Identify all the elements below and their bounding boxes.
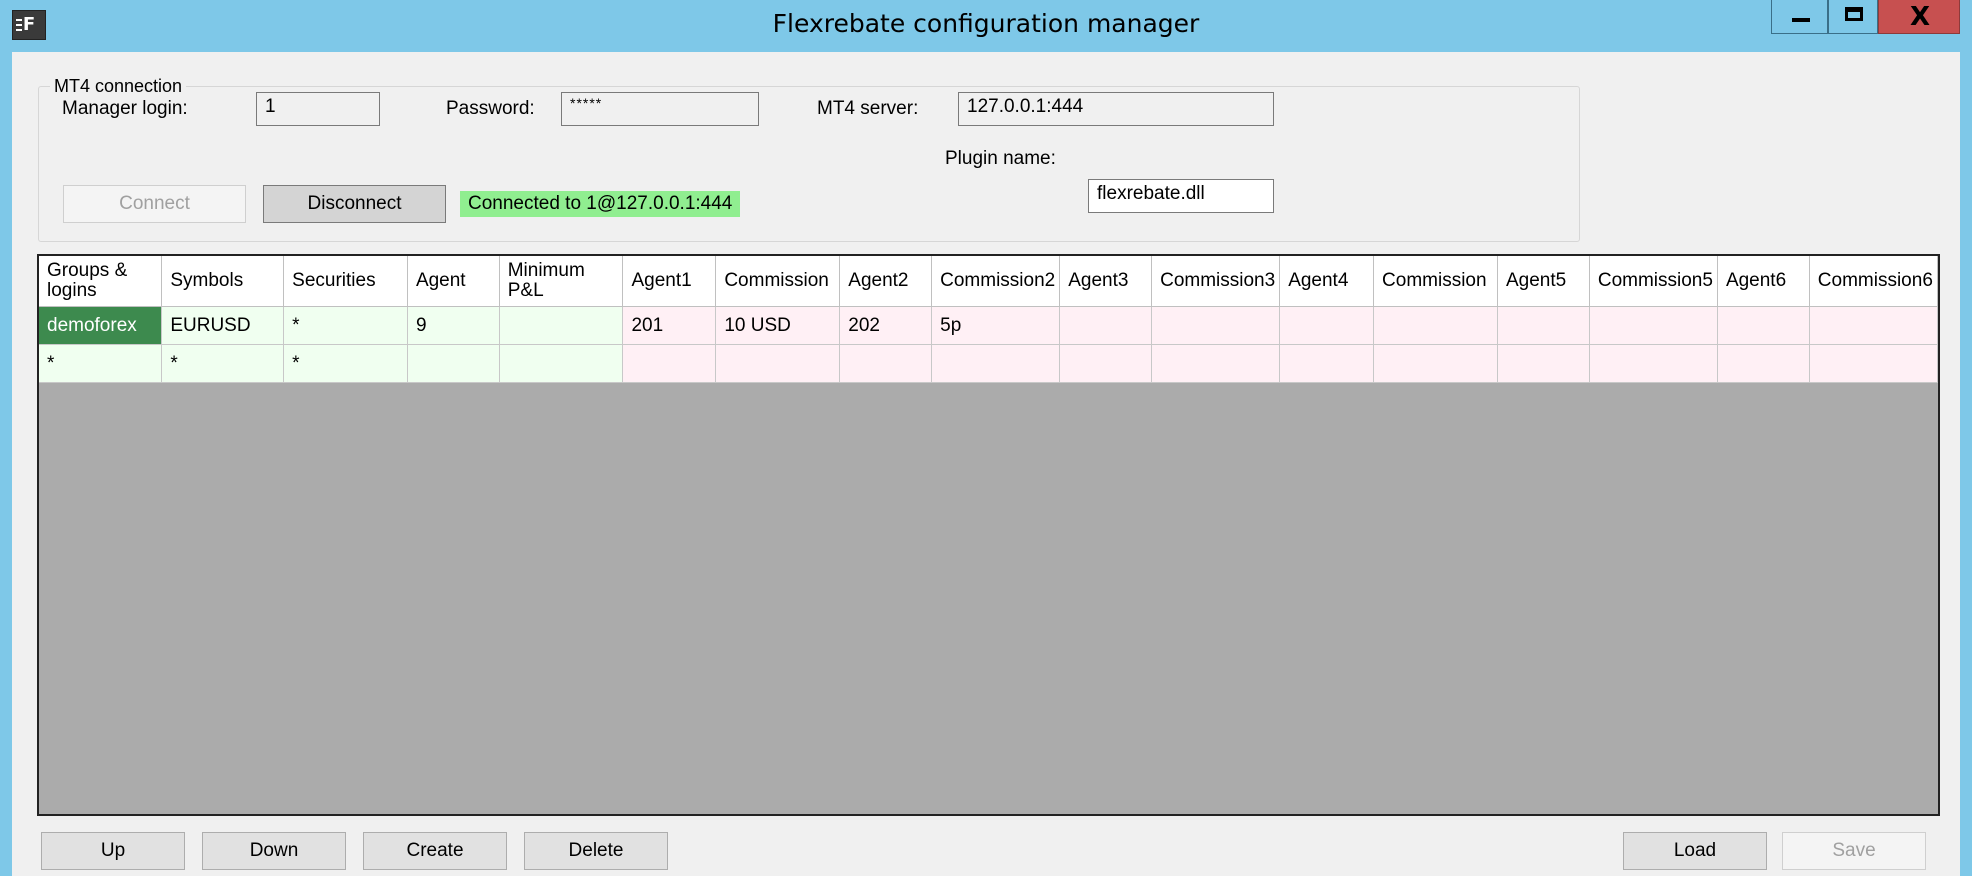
window-title: Flexrebate configuration manager xyxy=(772,9,1200,38)
grid-cell-groups-logins[interactable]: demoforex xyxy=(39,306,163,345)
grid-header-row: Groups & logins Symbols Securities Agent… xyxy=(39,256,1938,307)
grid-cell-agent6[interactable] xyxy=(1717,344,1810,383)
minimize-icon xyxy=(1792,18,1810,22)
column-header-symbols[interactable]: Symbols xyxy=(161,256,285,307)
column-header-commission1[interactable]: Commission xyxy=(715,256,841,307)
main-window-client: MT4 connection Manager login: 1 Password… xyxy=(12,52,1960,876)
grid-cell-agent1[interactable]: 201 xyxy=(622,306,717,345)
maximize-icon xyxy=(1845,7,1863,21)
connect-button[interactable]: Connect xyxy=(63,185,246,223)
grid-cell-commission6[interactable] xyxy=(1809,344,1938,383)
grid-cell-commission3[interactable] xyxy=(1151,306,1281,345)
mt4-server-field[interactable]: 127.0.0.1:444 xyxy=(958,92,1274,126)
column-header-agent3[interactable]: Agent3 xyxy=(1059,256,1153,307)
plugin-name-field[interactable]: flexrebate.dll xyxy=(1088,179,1274,213)
grid-cell-agent[interactable] xyxy=(407,344,500,383)
grid-cell-agent3[interactable] xyxy=(1059,344,1153,383)
column-header-commission3[interactable]: Commission3 xyxy=(1151,256,1281,307)
table-row[interactable]: demoforex EURUSD * 9 201 10 USD 202 5p xyxy=(39,306,1938,345)
disconnect-button[interactable]: Disconnect xyxy=(263,185,446,223)
grid-cell-commission1[interactable] xyxy=(715,344,841,383)
column-header-commission2[interactable]: Commission2 xyxy=(931,256,1061,307)
column-header-agent4[interactable]: Agent4 xyxy=(1279,256,1375,307)
grid-cell-agent4[interactable] xyxy=(1279,344,1375,383)
rules-grid[interactable]: Groups & logins Symbols Securities Agent… xyxy=(37,254,1940,816)
grid-cell-commission6[interactable] xyxy=(1809,306,1938,345)
grid-cell-agent1[interactable] xyxy=(622,344,717,383)
column-header-agent6[interactable]: Agent6 xyxy=(1717,256,1810,307)
manager-login-label: Manager login: xyxy=(62,98,188,119)
column-header-commission4[interactable]: Commission xyxy=(1373,256,1498,307)
mt4-server-label: MT4 server: xyxy=(817,98,919,119)
grid-cell-agent2[interactable] xyxy=(839,344,933,383)
rules-table: Groups & logins Symbols Securities Agent… xyxy=(39,256,1938,383)
close-icon: X xyxy=(1909,2,1931,32)
grid-cell-commission1[interactable]: 10 USD xyxy=(715,306,841,345)
save-button[interactable]: Save xyxy=(1782,832,1926,870)
grid-cell-minimum-pl[interactable] xyxy=(499,306,624,345)
grid-cell-agent5[interactable] xyxy=(1497,344,1590,383)
maximize-button[interactable] xyxy=(1828,0,1878,34)
password-field[interactable]: ***** xyxy=(561,92,759,126)
grid-cell-commission4[interactable] xyxy=(1373,306,1498,345)
grid-cell-symbols[interactable]: * xyxy=(161,344,285,383)
table-row[interactable]: * * * xyxy=(39,344,1938,383)
grid-cell-securities[interactable]: * xyxy=(283,306,408,345)
grid-cell-commission5[interactable] xyxy=(1589,306,1718,345)
grid-cell-commission3[interactable] xyxy=(1151,344,1281,383)
delete-button[interactable]: Delete xyxy=(524,832,668,870)
grid-cell-agent[interactable]: 9 xyxy=(407,306,500,345)
grid-cell-agent4[interactable] xyxy=(1279,306,1375,345)
column-header-groups-logins[interactable]: Groups & logins xyxy=(39,256,163,307)
grid-cell-symbols[interactable]: EURUSD xyxy=(161,306,285,345)
column-header-minimum-pl[interactable]: Minimum P&L xyxy=(499,256,624,307)
up-button[interactable]: Up xyxy=(41,832,185,870)
title-bar[interactable]: F Flexrebate configuration manager X xyxy=(0,0,1972,50)
column-header-agent1[interactable]: Agent1 xyxy=(622,256,717,307)
connection-status-label: Connected to 1@127.0.0.1:444 xyxy=(460,191,741,217)
grid-cell-commission2[interactable]: 5p xyxy=(931,306,1061,345)
minimize-button[interactable] xyxy=(1771,0,1828,34)
grid-cell-commission5[interactable] xyxy=(1589,344,1718,383)
column-header-agent2[interactable]: Agent2 xyxy=(839,256,933,307)
grid-cell-agent6[interactable] xyxy=(1717,306,1810,345)
column-header-agent[interactable]: Agent xyxy=(407,256,500,307)
column-header-commission6[interactable]: Commission6 xyxy=(1809,256,1938,307)
column-header-securities[interactable]: Securities xyxy=(283,256,408,307)
plugin-name-label: Plugin name: xyxy=(945,148,1056,169)
grid-cell-commission4[interactable] xyxy=(1373,344,1498,383)
grid-cell-agent5[interactable] xyxy=(1497,306,1590,345)
password-label: Password: xyxy=(446,98,535,119)
manager-login-field[interactable]: 1 xyxy=(256,92,380,126)
mt4-connection-group-title: MT4 connection xyxy=(50,76,187,97)
grid-cell-commission2[interactable] xyxy=(931,344,1061,383)
grid-cell-agent3[interactable] xyxy=(1059,306,1153,345)
close-button[interactable]: X xyxy=(1878,0,1960,34)
grid-cell-minimum-pl[interactable] xyxy=(499,344,624,383)
grid-cell-groups-logins[interactable]: * xyxy=(39,344,163,383)
column-header-agent5[interactable]: Agent5 xyxy=(1497,256,1590,307)
column-header-commission5[interactable]: Commission5 xyxy=(1589,256,1718,307)
grid-cell-agent2[interactable]: 202 xyxy=(839,306,933,345)
down-button[interactable]: Down xyxy=(202,832,346,870)
load-button[interactable]: Load xyxy=(1623,832,1767,870)
create-button[interactable]: Create xyxy=(363,832,507,870)
grid-cell-securities[interactable]: * xyxy=(283,344,408,383)
